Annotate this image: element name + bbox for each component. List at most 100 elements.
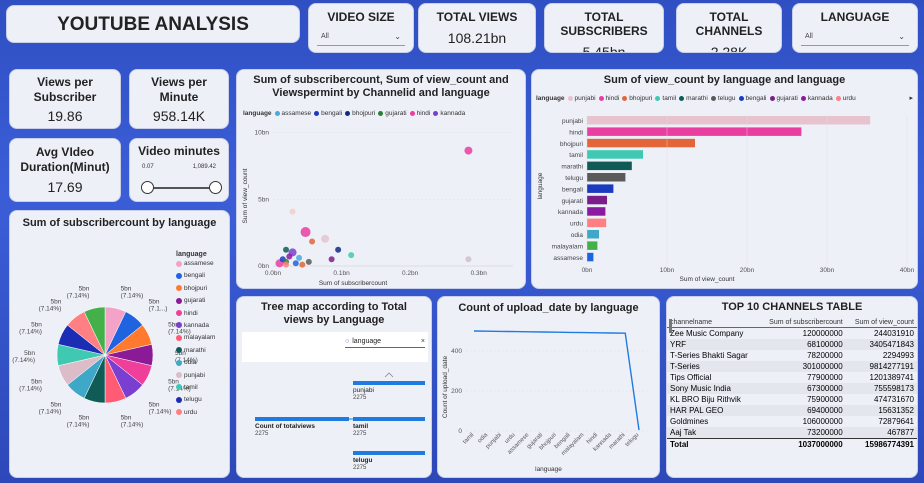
bar-hindi[interactable] [587, 127, 802, 136]
treemap-node[interactable]: Count of totalviews2275 [255, 417, 349, 437]
treemap-node[interactable]: punjabi2275 [353, 372, 425, 401]
total-subscribercount-cell: 1037000000 [758, 438, 846, 450]
treemap-node[interactable]: telugu2275 [353, 451, 425, 471]
scatter-legend-item-kannada[interactable]: kannada [433, 110, 465, 117]
kpi-total-channels-value: 2.28K [710, 44, 748, 53]
table-row[interactable]: YRF 68100000 3405471843 [667, 339, 917, 350]
scatter-legend-item-hindi[interactable]: hindi [409, 110, 430, 117]
scatter-point[interactable] [283, 246, 290, 253]
bar-legend-item-bengali[interactable]: bengali [738, 95, 767, 102]
pie-legend-item-malayalam[interactable]: malayalam [176, 334, 215, 341]
pie-legend-item-assamese[interactable]: assamese [176, 260, 215, 267]
bar-legend-item-urdu[interactable]: urdu [835, 95, 856, 102]
scatter-point[interactable] [465, 256, 472, 263]
bar-malayalam[interactable] [587, 241, 598, 250]
scatter-point[interactable] [299, 261, 306, 268]
table-header-subscribercount[interactable]: Sum of subscribercount [758, 318, 846, 328]
scatter-point[interactable] [464, 146, 473, 155]
bar-urdu[interactable] [587, 218, 607, 228]
chevron-up-icon[interactable] [384, 372, 394, 378]
scatter-point[interactable] [286, 253, 293, 260]
bar-marathi[interactable] [587, 161, 632, 171]
table-row[interactable]: Zee Music Company 120000000 244031910 [667, 328, 917, 340]
scatter-point[interactable] [328, 256, 335, 263]
video-minutes-min-handle[interactable] [141, 181, 154, 194]
treemap-node[interactable]: tamil2275 [353, 417, 425, 437]
bar-category-label: hindi [569, 129, 583, 136]
pie-legend-item-telugu[interactable]: telugu [176, 396, 215, 403]
bar-legend-item-marathi[interactable]: marathi [679, 95, 708, 102]
legend-dot-icon [176, 384, 182, 391]
table-header-channelname[interactable]: channelname [667, 318, 759, 328]
viewcount-cell: 467877 [845, 427, 917, 439]
table-row[interactable]: Tips Official 77900000 1201389741 [667, 372, 917, 383]
scatter-point[interactable] [283, 261, 290, 268]
bar-gujarati[interactable] [587, 195, 607, 205]
bar-legend-next-icon[interactable]: ▸ [909, 94, 913, 102]
bar-punjabi[interactable] [587, 116, 871, 125]
scatter-point[interactable] [321, 234, 330, 243]
bar-legend-item-bhojpuri[interactable]: bhojpuri [622, 95, 652, 102]
table-row[interactable]: Sony Music India 67300000 755598173 [667, 383, 917, 394]
scatter-y-tick: 10bn [255, 130, 270, 137]
video-size-slicer[interactable]: VIDEO SIZE All ⌄ [308, 3, 414, 53]
bar-category-label: tamil [569, 152, 583, 159]
video-size-dropdown[interactable]: All ⌄ [317, 28, 405, 46]
scatter-point[interactable] [300, 227, 311, 238]
pie-legend-item-hindi[interactable]: hindi [176, 310, 215, 317]
pie-legend-item-marathi[interactable]: marathi [176, 347, 215, 354]
bar-bengali[interactable] [587, 184, 614, 193]
pie-legend-item-bhojpuri[interactable]: bhojpuri [176, 285, 215, 292]
table-row[interactable]: T-Series Bhakti Sagar 78200000 2294993 [667, 350, 917, 361]
bar-legend-item-telugu[interactable]: telugu [710, 95, 736, 102]
pie-legend-item-punjabi[interactable]: punjabi [176, 372, 215, 379]
bar-legend-item-gujarati[interactable]: gujarati [769, 95, 798, 102]
scatter-legend-item-gujarati[interactable]: gujarati [378, 110, 407, 117]
scatter-point[interactable] [305, 258, 312, 265]
pie-legend-item-urdu[interactable]: urdu [176, 409, 215, 416]
bar-assamese[interactable] [587, 252, 594, 262]
scatter-point[interactable] [335, 246, 342, 253]
video-minutes-max-handle[interactable] [209, 181, 222, 194]
bar-kannada[interactable] [587, 207, 606, 216]
pie-legend-item-bengali[interactable]: bengali [176, 272, 215, 279]
table-header-viewcount[interactable]: Sum of view_count [845, 318, 917, 328]
language-slicer[interactable]: LANGUAGE All ⌄ [792, 3, 918, 53]
close-icon[interactable]: × [421, 338, 425, 345]
scatter-point[interactable] [292, 260, 299, 267]
video-minutes-track[interactable] [148, 187, 214, 189]
table-scrollbar[interactable] [669, 319, 672, 333]
table-row[interactable]: Goldmines 106000000 72879641 [667, 416, 917, 427]
bar-legend-item-hindi[interactable]: hindi [598, 95, 619, 102]
bar-telugu[interactable] [587, 173, 626, 182]
bar-bhojpuri[interactable] [587, 138, 695, 148]
table-row[interactable]: KL BRO Biju Rithvik 75900000 474731670 [667, 394, 917, 405]
video-minutes-slicer[interactable]: Video minutes 0.07 1,089.42 [129, 138, 229, 202]
scatter-legend-item-assamese[interactable]: assamese [274, 110, 311, 117]
scatter-legend-item-bengali[interactable]: bengali [314, 110, 342, 117]
table-row[interactable]: Aaj Tak 73200000 467877 [667, 427, 917, 439]
pie-legend-item-tamil[interactable]: tamil [176, 384, 215, 391]
bar-tamil[interactable] [587, 150, 643, 159]
scatter-legend-item-bhojpuri[interactable]: bhojpuri [345, 110, 375, 117]
bar-legend-item-kannada[interactable]: kannada [800, 95, 833, 102]
bar-legend-item-punjabi[interactable]: punjabi [567, 95, 596, 102]
scatter-point[interactable] [289, 208, 296, 215]
table-row[interactable]: T-Series 301000000 9814277191 [667, 361, 917, 372]
line-series[interactable] [473, 330, 640, 431]
language-dropdown[interactable]: All ⌄ [801, 28, 909, 46]
pie-legend-item-kannada[interactable]: kannada [176, 322, 215, 329]
bar-odia[interactable] [587, 230, 599, 239]
pie-legend-item-gujarati[interactable]: gujarati [176, 297, 215, 304]
bar-category-label: punjabi [562, 118, 583, 125]
scatter-y-tick: 0bn [258, 263, 269, 270]
table-row[interactable]: HAR PAL GEO 69400000 15631352 [667, 405, 917, 416]
channel-name-cell: KL BRO Biju Rithvik [670, 395, 741, 404]
scatter-point[interactable] [309, 238, 316, 245]
scatter-point[interactable] [296, 254, 303, 261]
bar-legend-item-tamil[interactable]: tamil [655, 95, 676, 102]
scatter-point[interactable] [348, 252, 355, 259]
scatter-x-label: Sum of subscribercount [319, 280, 387, 287]
pie-legend-item-odia[interactable]: odia [176, 359, 215, 366]
treemap-search-box[interactable]: ○ language × [345, 336, 425, 348]
